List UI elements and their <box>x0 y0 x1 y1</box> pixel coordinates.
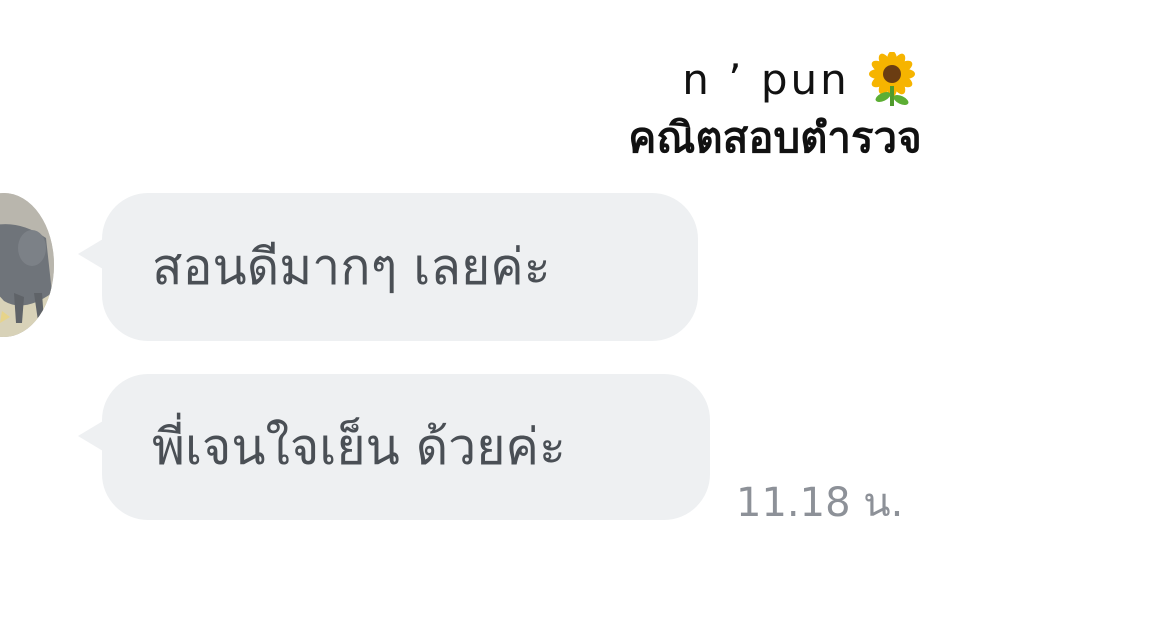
dog-avatar <box>0 193 54 337</box>
message-text: สอนดีมากๆ เลยค่ะ <box>152 237 551 296</box>
caption-name: n ’ pun <box>682 55 850 104</box>
message-bubble[interactable]: พี่เจนใจเย็น ด้วยค่ะ <box>102 374 710 520</box>
message-text: พี่เจนใจเย็น ด้วยค่ะ <box>152 417 566 476</box>
message-timestamp: 11.18 น. <box>736 480 904 526</box>
message-bubble[interactable]: สอนดีมากๆ เลยค่ะ <box>102 193 698 341</box>
chat-screenshot: n ’ pun คณิตสอบตำรวจ สอนดีมากๆ เลยค่ะ พี… <box>0 0 1170 617</box>
sunflower-icon <box>866 51 918 108</box>
caption-name-row: n ’ pun <box>600 51 960 108</box>
caption-subtitle: คณิตสอบตำรวจ <box>628 113 922 162</box>
avatar[interactable] <box>0 193 54 337</box>
overlay-caption: n ’ pun คณิตสอบตำรวจ <box>600 51 960 166</box>
